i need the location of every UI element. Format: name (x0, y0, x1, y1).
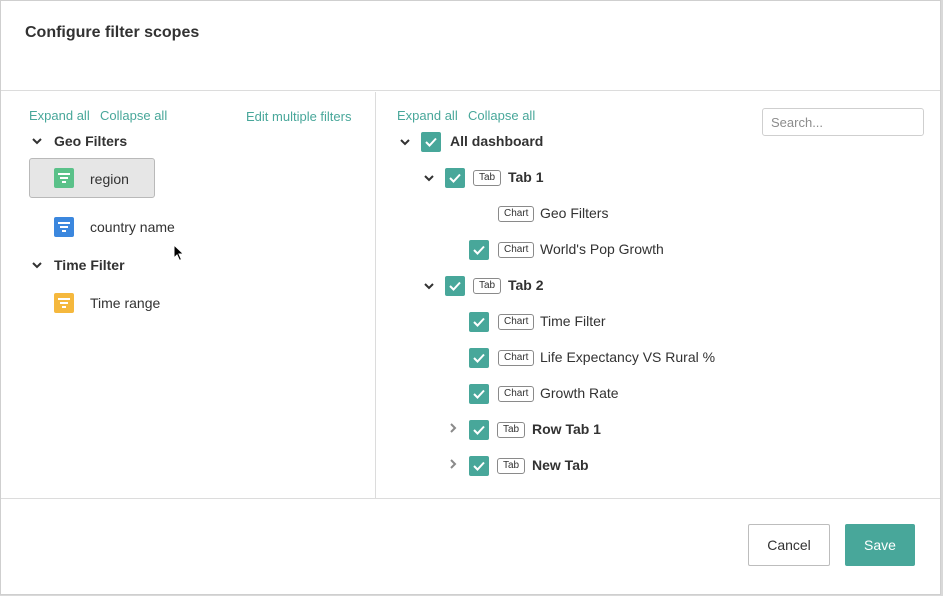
modal-header: Configure filter scopes (1, 1, 940, 91)
chevron-down-icon[interactable] (422, 279, 436, 293)
cancel-button[interactable]: Cancel (748, 524, 830, 566)
chevron-down-icon[interactable] (398, 135, 412, 149)
tree-node-chart-time-filter: Time Filter (540, 313, 606, 329)
chevron-down-icon[interactable] (30, 258, 44, 272)
checkbox-all-dashboard[interactable] (421, 132, 441, 152)
filter-label: region (90, 171, 129, 187)
filter-label: country name (90, 219, 175, 235)
chart-badge: Chart (498, 206, 535, 222)
checkbox-chart-time-filter[interactable] (469, 312, 489, 332)
checkbox-tab-2[interactable] (445, 276, 465, 296)
scope-tree-pane: Expand all Collapse all All dashboard Ta… (377, 92, 942, 498)
filter-list-pane: Expand all Collapse all Edit multiple fi… (1, 92, 376, 498)
tree-root-label: All dashboard (450, 133, 544, 149)
modal-footer: Cancel Save (1, 498, 940, 596)
filter-item-region[interactable]: region (29, 158, 155, 198)
tab-badge: Tab (473, 170, 502, 186)
filter-item-country-name[interactable]: country name (29, 206, 229, 246)
filter-icon-blue (54, 217, 74, 237)
modal-title: Configure filter scopes (25, 24, 200, 41)
tab-badge: Tab (497, 422, 526, 438)
chart-badge: Chart (498, 350, 535, 366)
tree-node-tab-1: Tab 1 (508, 169, 544, 185)
tree-node-chart-growth-rate: Growth Rate (540, 385, 619, 401)
mouse-cursor-icon (173, 244, 185, 262)
edit-multiple-filters-link[interactable]: Edit multiple filters (246, 109, 351, 124)
chevron-right-icon[interactable] (446, 421, 460, 435)
checkbox-chart-growth-rate[interactable] (469, 384, 489, 404)
collapse-all-filters-link[interactable]: Collapse all (100, 108, 167, 123)
chart-badge: Chart (498, 314, 535, 330)
filter-icon-green (54, 168, 74, 188)
tree-node-chart-life-expectancy: Life Expectancy VS Rural % (540, 349, 716, 365)
search-input[interactable] (762, 108, 924, 136)
expand-all-filters-link[interactable]: Expand all (29, 108, 90, 123)
tab-badge: Tab (473, 278, 502, 294)
filter-label: Time range (90, 295, 161, 311)
group-label-geo-filters: Geo Filters (54, 133, 128, 149)
tree-node-tab-2: Tab 2 (508, 277, 544, 293)
chart-badge: Chart (498, 242, 535, 258)
checkbox-new-tab[interactable] (469, 456, 489, 476)
checkbox-row-tab-1[interactable] (469, 420, 489, 440)
filter-icon-yellow (54, 293, 74, 313)
checkbox-chart-worlds-pop-growth[interactable] (469, 240, 489, 260)
filter-scope-modal: Configure filter scopes Expand all Colla… (0, 0, 941, 595)
chevron-down-icon[interactable] (422, 171, 436, 185)
tree-node-chart-geo-filters: Geo Filters (540, 205, 609, 221)
save-button[interactable]: Save (845, 524, 915, 566)
tab-badge: Tab (497, 458, 526, 474)
group-label-time-filter: Time Filter (54, 257, 125, 273)
chevron-down-icon[interactable] (30, 134, 44, 148)
filter-item-time-range[interactable]: Time range (29, 282, 229, 322)
expand-all-scopes-link[interactable]: Expand all (397, 108, 458, 123)
collapse-all-scopes-link[interactable]: Collapse all (468, 108, 535, 123)
tree-node-new-tab: New Tab (532, 457, 589, 473)
chevron-right-icon[interactable] (446, 457, 460, 471)
tree-node-row-tab-1: Row Tab 1 (532, 421, 601, 437)
tree-node-chart-worlds-pop-growth: World's Pop Growth (540, 241, 664, 257)
checkbox-tab-1[interactable] (445, 168, 465, 188)
chart-badge: Chart (498, 386, 535, 402)
checkbox-chart-life-expectancy[interactable] (469, 348, 489, 368)
